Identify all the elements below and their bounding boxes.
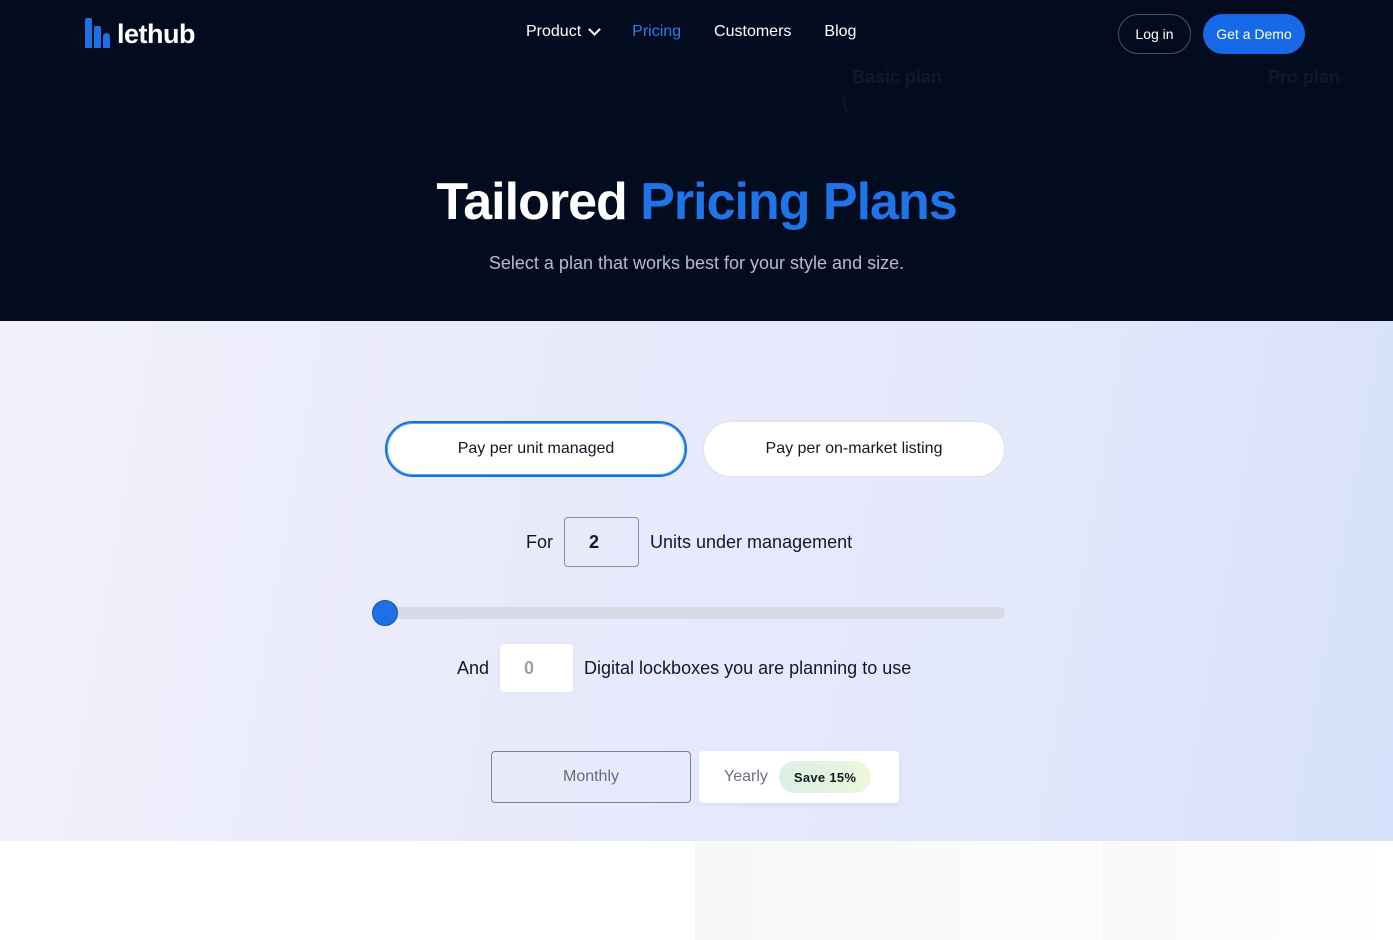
- pro-plan-title: Pro plan: [1268, 67, 1341, 87]
- yearly-billing-button[interactable]: Yearly Save 15%: [699, 751, 899, 803]
- nav-item-label: Product: [526, 23, 582, 40]
- pricing-configurator: Pay per unit managed Pay per on-market l…: [0, 321, 1393, 841]
- pay-per-listing-option[interactable]: Pay per on-market listing: [703, 421, 1005, 477]
- logo-bars-icon: [85, 18, 111, 48]
- basic-plan-subtitle: (: [842, 92, 848, 112]
- units-prefix: For: [526, 531, 553, 552]
- units-suffix: Units under management: [650, 531, 853, 552]
- lockboxes-input[interactable]: 0: [499, 643, 575, 693]
- chevron-down-icon: [588, 23, 602, 36]
- nav-item-label: Blog: [824, 23, 857, 40]
- units-slider-track[interactable]: [385, 607, 1005, 619]
- pro-plan-column: [1102, 841, 1393, 940]
- login-button[interactable]: Log in: [1118, 14, 1191, 54]
- logo-text: lethub: [117, 19, 196, 49]
- page-title: Tailored Pricing Plans: [0, 172, 1393, 232]
- units-row: For 2 Units under management: [526, 517, 852, 567]
- units-input[interactable]: 2: [564, 517, 639, 567]
- title-plain: Tailored: [436, 173, 627, 231]
- basic-plan-column: [695, 841, 1100, 940]
- lethub-logo[interactable]: lethub: [85, 18, 196, 49]
- nav-item-pricing[interactable]: Pricing: [632, 23, 681, 41]
- units-slider-thumb[interactable]: [372, 600, 398, 626]
- plans-section: [0, 841, 1393, 940]
- monthly-billing-button[interactable]: Monthly: [491, 751, 691, 803]
- yearly-label: Yearly: [724, 768, 768, 785]
- nav-item-blog[interactable]: Blog: [824, 23, 856, 41]
- nav-item-customers[interactable]: Customers: [714, 23, 791, 41]
- main-nav: Product Pricing Customers Blog: [526, 23, 889, 41]
- page-subtitle: Select a plan that works best for your s…: [488, 253, 905, 273]
- save-badge: Save 15%: [778, 761, 872, 793]
- nav-item-product[interactable]: Product: [526, 23, 602, 41]
- pay-per-unit-option[interactable]: Pay per unit managed: [385, 421, 687, 477]
- lockboxes-row: And 0 Digital lockboxes you are planning…: [457, 643, 911, 693]
- nav-item-label: Customers: [714, 23, 792, 40]
- basic-plan-title: Basic plan: [852, 67, 943, 87]
- nav-item-label: Pricing: [632, 23, 682, 40]
- lockboxes-prefix: And: [457, 657, 490, 678]
- title-accent: Pricing Plans: [640, 173, 957, 231]
- hero-section: lethub Product Pricing Customers Blog Lo…: [0, 0, 1393, 321]
- get-demo-button[interactable]: Get a Demo: [1203, 14, 1305, 54]
- lockboxes-suffix: Digital lockboxes you are planning to us…: [584, 657, 912, 678]
